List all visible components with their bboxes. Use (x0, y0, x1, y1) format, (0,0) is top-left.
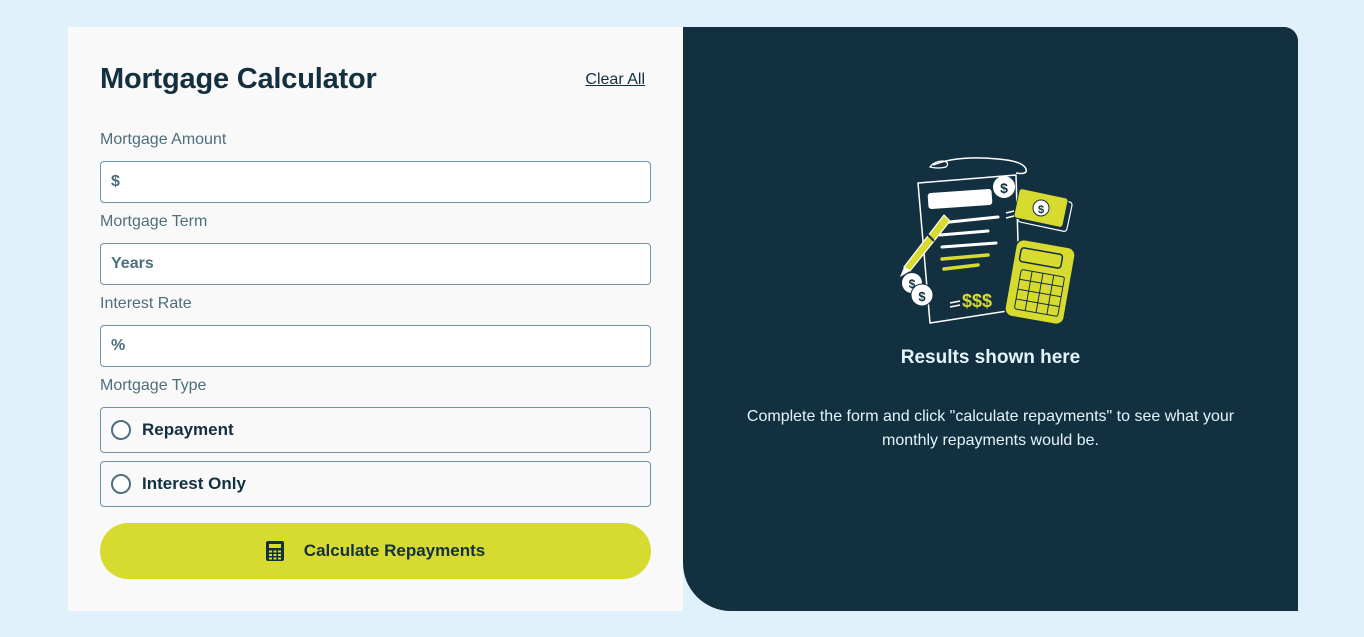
empty-results-illustration: $$$ $ $ $ $ (900, 157, 1076, 326)
interest-rate-input[interactable] (101, 326, 650, 366)
svg-text:$$$: $$$ (962, 291, 992, 311)
results-description: Complete the form and click "calculate r… (746, 408, 1235, 449)
results-panel: $$$ $ $ $ $ Results shown here Complete … (683, 27, 1298, 611)
form-panel: Mortgage Calculator Clear All Mortgage A… (68, 27, 683, 611)
results-title: Results shown here (900, 347, 1081, 368)
mortgage-term-label: Mortgage Term (100, 213, 208, 230)
radio-button[interactable] (111, 420, 131, 440)
radio-button[interactable] (111, 474, 131, 494)
svg-text:$: $ (1038, 204, 1044, 216)
interest-rate-field[interactable] (100, 325, 651, 367)
mortgage-term-input[interactable] (101, 244, 650, 284)
radio-option-repayment[interactable]: Repayment (100, 407, 651, 453)
currency-prefix: $ (111, 173, 120, 190)
clear-all-button[interactable]: Clear All (585, 71, 645, 89)
mortgage-type-label: Mortgage Type (100, 377, 207, 394)
radio-label-interest-only: Interest Only (142, 474, 246, 493)
calculator-icon (265, 541, 284, 561)
interest-rate-label: Interest Rate (100, 295, 192, 312)
page-title: Mortgage Calculator (100, 63, 377, 95)
mortgage-term-field[interactable] (100, 243, 651, 285)
radio-option-interest-only[interactable]: Interest Only (100, 461, 651, 507)
radio-label-repayment: Repayment (142, 420, 234, 439)
mortgage-amount-input[interactable] (119, 162, 650, 202)
mortgage-amount-field[interactable]: $ (100, 161, 651, 203)
svg-text:$: $ (918, 289, 926, 304)
calculator-card: Mortgage Calculator Clear All Mortgage A… (68, 27, 1298, 611)
calculate-repayments-label: Calculate Repayments (303, 541, 486, 560)
calculate-repayments-button[interactable]: Calculate Repayments (100, 523, 651, 579)
mortgage-amount-label: Mortgage Amount (100, 131, 227, 148)
svg-text:$: $ (1000, 180, 1008, 196)
